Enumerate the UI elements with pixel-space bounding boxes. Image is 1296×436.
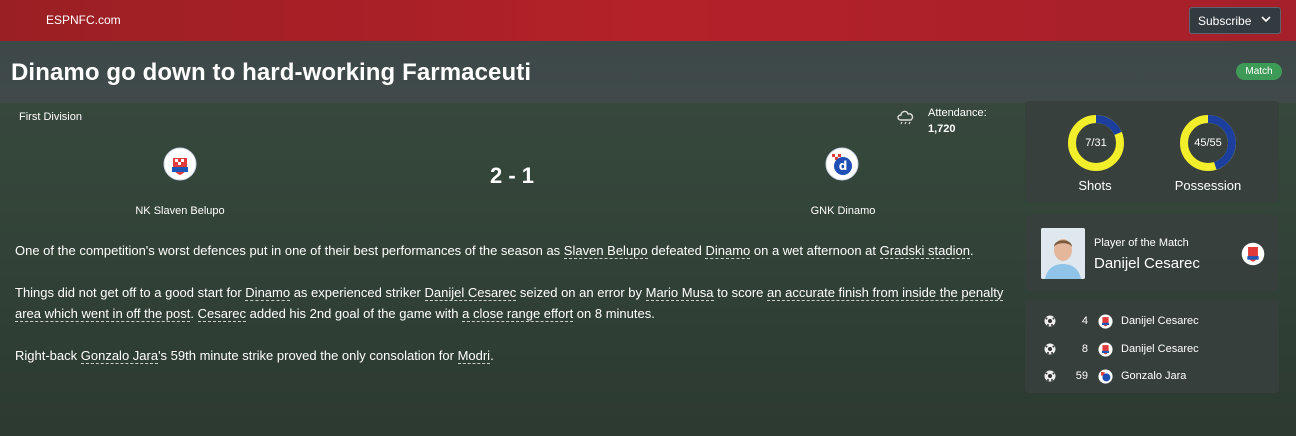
report-text: . [490,348,494,363]
goal-minute: 8 [1081,343,1088,355]
slaven-belupo-crest-icon [1241,242,1265,266]
slaven-belupo-crest-icon [1098,313,1113,329]
potm-title: Player of the Match [1094,237,1189,249]
goal-scorer[interactable]: Gonzalo Jara [1121,370,1186,382]
team-link[interactable]: Slaven Belupo [563,243,648,259]
home-team-name[interactable]: NK Slaven Belupo [80,205,280,217]
football-icon [1044,370,1056,382]
player-link[interactable]: Gonzalo Jara [80,348,159,364]
report-text: . [190,306,198,321]
team-link[interactable]: Modri [457,348,491,364]
player-photo [1041,228,1085,279]
report-paragraph: Right-back Gonzalo Jara's 59th minute st… [15,345,1010,366]
report-text: defeated [647,243,706,258]
goal-scorer[interactable]: Danijel Cesarec [1121,315,1199,327]
site-header [0,0,1296,41]
report-text: 's 59th minute strike proved the only co… [158,348,458,363]
chevron-down-icon [1261,16,1271,23]
match-badge: Match [1236,63,1282,80]
football-icon [1044,315,1056,327]
report-text: Things did not get off to a good start f… [15,285,246,300]
report-text: as experienced striker [290,285,425,300]
report-paragraph: One of the competition's worst defences … [15,240,1010,261]
attendance-label: Attendance: [928,107,987,119]
site-brand[interactable]: ESPNFC.com [46,13,121,27]
dinamo-crest-icon[interactable]: d [825,147,859,181]
goal-description-link[interactable]: a close range effort [462,306,574,322]
report-text: on a wet afternoon at [750,243,880,258]
report-text: on 8 minutes. [573,306,655,321]
goal-row[interactable]: 4 Danijel Cesarec [1044,313,1274,329]
svg-text:d: d [839,159,848,173]
shots-value: 7/31 [1085,137,1107,149]
player-link[interactable]: Mario Musa [645,285,714,301]
goal-minute: 4 [1081,315,1088,327]
football-icon [1044,343,1056,355]
goal-row[interactable]: 8 Danijel Cesarec [1044,341,1274,357]
report-text: to score [713,285,768,300]
player-link[interactable]: Danijel Cesarec [424,285,517,301]
report-text: added his 2nd goal of the game with [246,306,463,321]
report-text: Right-back [15,348,81,363]
report-text: One of the competition's worst defences … [15,243,564,258]
potm-player-name[interactable]: Danijel Cesarec [1094,255,1200,272]
slaven-belupo-crest-icon [1098,341,1113,357]
report-text: seized on an error by [516,285,646,300]
subscribe-label: Subscribe [1198,13,1252,28]
team-link[interactable]: Dinamo [705,243,751,259]
possession-label: Possession [1174,178,1242,193]
report-paragraph: Things did not get off to a good start f… [15,282,1010,324]
subscribe-button[interactable]: Subscribe [1189,7,1281,34]
goal-minute: 59 [1075,370,1088,382]
page-title: Dinamo go down to hard-working Farmaceut… [11,59,532,86]
report-text: . [969,243,974,258]
player-link[interactable]: Cesarec [197,306,247,322]
shots-label: Shots [1078,178,1112,193]
attendance-value: 1,720 [928,123,956,135]
competition-name[interactable]: First Division [19,111,82,123]
team-link[interactable]: Dinamo [245,285,291,301]
stadium-link[interactable]: Gradski stadion [879,243,970,259]
possession-value: 45/55 [1194,137,1222,149]
dinamo-crest-icon [1098,368,1113,384]
goal-scorer[interactable]: Danijel Cesarec [1121,343,1199,355]
goal-row[interactable]: 59 Gonzalo Jara [1044,368,1274,384]
match-report: One of the competition's worst defences … [15,240,1010,366]
slaven-belupo-crest-icon[interactable] [163,147,197,181]
match-score: 2 - 1 [489,163,535,188]
rain-cloud-icon [897,110,914,125]
away-team-name[interactable]: GNK Dinamo [743,205,943,217]
